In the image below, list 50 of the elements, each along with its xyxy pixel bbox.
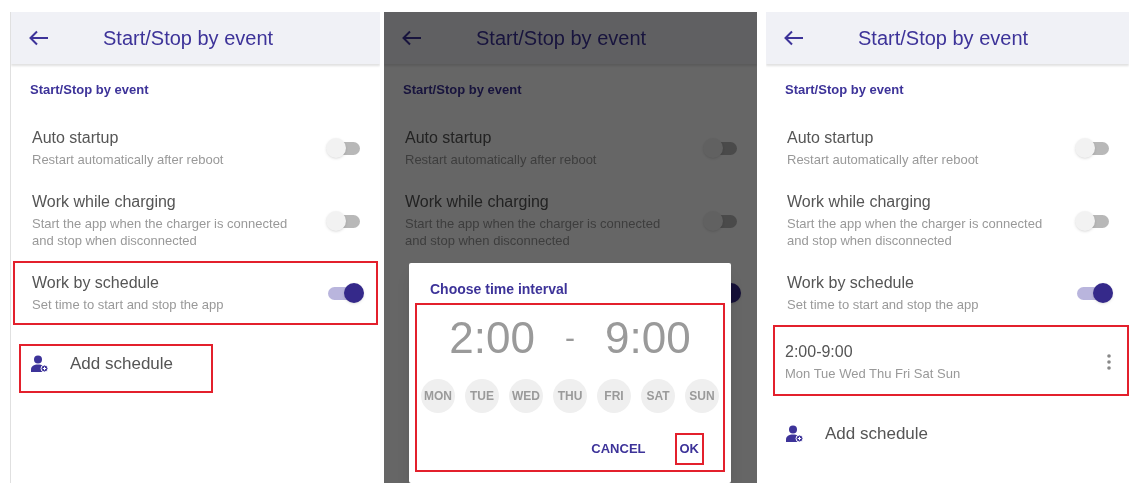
start-time-picker[interactable]: 2:00 — [449, 313, 535, 363]
day-chip[interactable]: WED — [509, 379, 543, 413]
toggle-switch[interactable] — [703, 138, 739, 158]
dialog-button[interactable]: CANCEL — [586, 433, 651, 465]
toggle-switch[interactable] — [326, 283, 362, 303]
time-separator: - — [565, 320, 575, 356]
day-chip[interactable]: SAT — [641, 379, 675, 413]
toggle-switch[interactable] — [1075, 283, 1111, 303]
back-arrow-icon[interactable] — [784, 30, 804, 46]
day-chip[interactable]: MON — [421, 379, 455, 413]
section-header: Start/Stop by event — [30, 81, 150, 99]
dialog-button[interactable]: OK — [674, 433, 704, 465]
dialog-title: Choose time interval — [430, 280, 568, 298]
day-chip[interactable]: THU — [553, 379, 587, 413]
setting-title: Auto startup — [405, 128, 493, 148]
schedule-days: Mon Tue Wed Thu Fri Sat Sun — [785, 365, 1107, 382]
screen-title: Start/Stop by event — [476, 26, 647, 51]
toggle-switch[interactable] — [326, 210, 362, 231]
setting-description: Restart automatically after reboot — [32, 151, 225, 168]
screen-title: Start/Stop by event — [858, 26, 1029, 51]
toggle-switch[interactable] — [1075, 138, 1111, 158]
person-add-icon — [31, 355, 48, 372]
setting-title: Work by schedule — [787, 273, 915, 293]
day-chip[interactable]: TUE — [465, 379, 499, 413]
section-header: Start/Stop by event — [403, 81, 523, 99]
add-schedule-button[interactable]: Add schedule — [825, 424, 929, 444]
section-header: Start/Stop by event — [785, 81, 905, 99]
toggle-switch[interactable] — [326, 138, 362, 158]
setting-description: Restart automatically after reboot — [787, 151, 980, 168]
schedule-time[interactable]: 2:00-9:00 — [785, 342, 1107, 362]
setting-description: Set time to start and stop the app — [787, 296, 980, 313]
end-time-picker[interactable]: 9:00 — [605, 313, 691, 363]
setting-title: Auto startup — [787, 128, 875, 148]
day-chip[interactable]: FRI — [597, 379, 631, 413]
setting-title: Auto startup — [32, 128, 120, 148]
setting-title: Work while charging — [405, 192, 550, 212]
setting-description: Start the app when the charger is connected and stop when disconnected — [32, 215, 289, 249]
screen-title: Start/Stop by event — [103, 26, 274, 51]
setting-title: Work while charging — [787, 192, 932, 212]
setting-description: Set time to start and stop the app — [32, 296, 225, 313]
setting-description: Start the app when the charger is connected and stop when disconnected — [787, 215, 1044, 249]
back-arrow-icon[interactable] — [29, 30, 49, 46]
day-chip[interactable]: SUN — [685, 379, 719, 413]
toggle-switch[interactable] — [703, 210, 739, 231]
more-options-icon[interactable] — [1107, 354, 1111, 370]
add-schedule-button[interactable]: Add schedule — [70, 354, 174, 374]
setting-title: Work by schedule — [32, 273, 160, 293]
setting-title: Work while charging — [32, 192, 177, 212]
toggle-switch[interactable] — [1075, 210, 1111, 231]
person-add-icon — [786, 425, 803, 442]
